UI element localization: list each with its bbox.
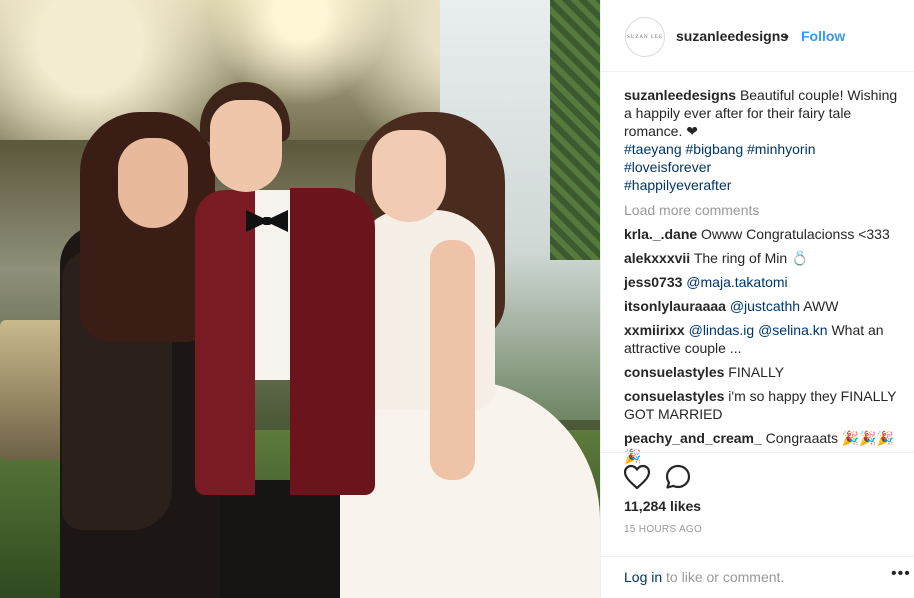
post-timestamp: 15 HOURS AGO xyxy=(624,524,703,535)
bowtie-graphic xyxy=(246,210,288,232)
comment-text: Owww Congratulacionss <333 xyxy=(701,226,890,242)
hashtag-link[interactable]: #happilyeverafter xyxy=(624,177,731,193)
comment-text: AWW xyxy=(803,298,839,314)
login-link[interactable]: Log in xyxy=(624,569,662,585)
comments-list: suzanleedesigns Beautiful couple! Wishin… xyxy=(624,86,904,471)
comment-username[interactable]: itsonlylauraaaa xyxy=(624,298,726,314)
comment-item: consuelastyles i'm so happy they FINALLY… xyxy=(624,387,904,423)
comment-text: The ring of Min 💍 xyxy=(693,250,809,266)
post-photo[interactable] xyxy=(0,0,600,598)
groom-face xyxy=(210,100,282,192)
comment-username[interactable]: consuelastyles xyxy=(624,364,724,380)
bride-arm xyxy=(430,240,475,480)
comment-username[interactable]: alekxxxvii xyxy=(624,250,690,266)
comment-item: xxmiirixx @lindas.ig @selina.kn What an … xyxy=(624,321,904,357)
avatar[interactable]: SUZAN LEE xyxy=(625,17,665,57)
comment-item: krla._.dane Owww Congratulacionss <333 xyxy=(624,225,904,243)
groom-jacket-left xyxy=(195,190,255,495)
load-more-comments-button[interactable]: Load more comments xyxy=(624,201,904,219)
comment-mention-link[interactable]: @justcathh xyxy=(730,298,800,314)
comment-username[interactable]: krla._.dane xyxy=(624,226,697,242)
comment-mention-link[interactable]: @lindas.ig xyxy=(689,322,755,338)
groom-jacket-right xyxy=(290,188,375,495)
header-separator: • xyxy=(784,28,789,44)
login-prompt-text: to like or comment. xyxy=(662,569,785,585)
hashtag-link[interactable]: #minhyorin xyxy=(747,141,815,157)
more-options-icon[interactable]: ••• xyxy=(891,565,911,583)
likes-count[interactable]: 11,284 likes xyxy=(624,498,701,514)
comment-text: FINALLY xyxy=(728,364,785,380)
hashtag-link[interactable]: #bigbang xyxy=(686,141,744,157)
background-hedge xyxy=(550,0,600,260)
caption: suzanleedesigns Beautiful couple! Wishin… xyxy=(624,86,904,194)
comment-item: jess0733 @maja.takatomi xyxy=(624,273,904,291)
comment-mention-link[interactable]: @selina.kn xyxy=(758,322,827,338)
comment-item: itsonlylauraaaa @justcathh AWW xyxy=(624,297,904,315)
comment-mention-link[interactable]: @maja.takatomi xyxy=(686,274,787,290)
post-header: SUZAN LEE suzanleedesigns • Follow xyxy=(601,0,914,72)
avatar-logo-text: SUZAN LEE xyxy=(626,34,664,40)
post-actions: 11,284 likes 15 HOURS AGO Log in to like… xyxy=(601,452,914,598)
comment-bubble-icon[interactable] xyxy=(665,464,691,490)
follow-button[interactable]: Follow xyxy=(801,28,845,44)
hashtag-link[interactable]: #loveisforever xyxy=(624,159,711,175)
header-username[interactable]: suzanleedesigns xyxy=(676,28,788,44)
comment-username[interactable]: peachy_and_cream_ xyxy=(624,430,762,446)
login-prompt-bar: Log in to like or comment. ••• xyxy=(601,556,914,598)
woman-left-face xyxy=(118,138,188,228)
comment-username[interactable]: consuelastyles xyxy=(624,388,724,404)
groom-pants xyxy=(220,480,340,598)
comment-username[interactable]: jess0733 xyxy=(624,274,682,290)
comment-item: consuelastyles FINALLY xyxy=(624,363,904,381)
login-prompt: Log in to like or comment. xyxy=(624,569,784,585)
instagram-post: SUZAN LEE suzanleedesigns • Follow suzan… xyxy=(0,0,914,598)
caption-username[interactable]: suzanleedesigns xyxy=(624,87,736,103)
comment-username[interactable]: xxmiirixx xyxy=(624,322,685,338)
heart-icon[interactable] xyxy=(623,464,651,490)
hashtag-link[interactable]: #taeyang xyxy=(624,141,682,157)
bride-face xyxy=(372,130,446,222)
post-sidebar: SUZAN LEE suzanleedesigns • Follow suzan… xyxy=(600,0,914,598)
comment-item: alekxxxvii The ring of Min 💍 xyxy=(624,249,904,267)
